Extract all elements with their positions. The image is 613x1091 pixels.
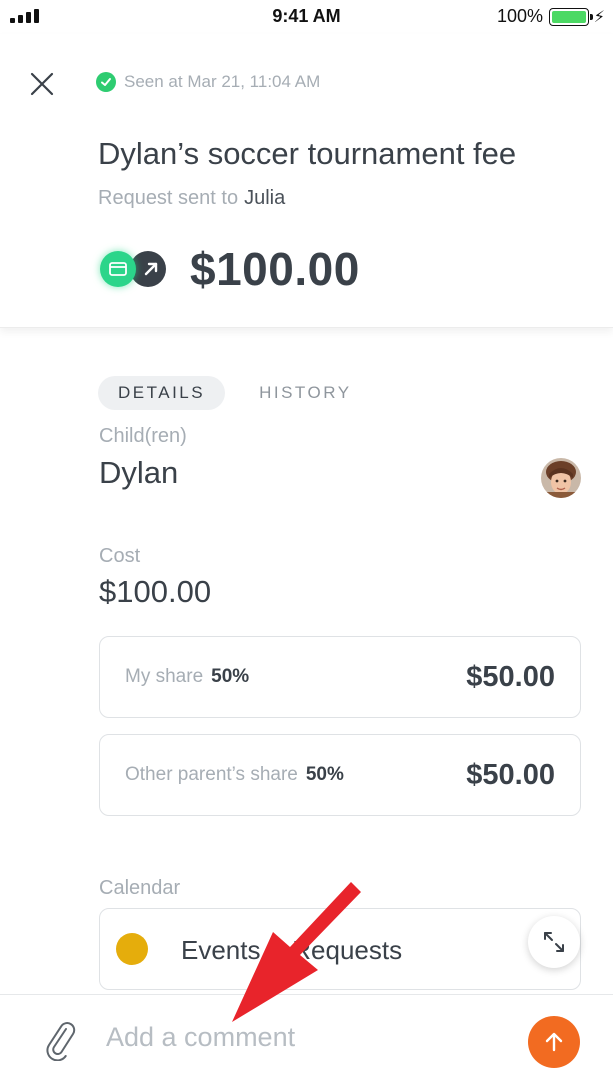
other-share-amount: $50.00 <box>466 758 555 791</box>
arrow-up-icon <box>545 1032 563 1052</box>
calendar-label: Calendar <box>99 877 181 899</box>
request-amount: $100.00 <box>190 243 360 295</box>
cost-label: Cost <box>99 545 141 567</box>
request-recipient: Request sent to Julia <box>98 187 285 210</box>
my-share-amount: $50.00 <box>466 660 555 693</box>
calendar-color-dot <box>116 933 148 965</box>
seen-text: Seen at Mar 21, 11:04 AM <box>124 72 321 91</box>
comment-input[interactable] <box>106 1017 506 1057</box>
avatar[interactable] <box>541 458 581 498</box>
detail-tabs: DETAILS HISTORY <box>98 376 372 410</box>
amount-row: $100.00 <box>100 242 360 296</box>
my-share-info: My share 50% <box>125 666 249 688</box>
my-share-percent: 50% <box>211 666 250 687</box>
comment-bar <box>0 994 613 1091</box>
seen-status: Seen at Mar 21, 11:04 AM <box>96 72 320 92</box>
close-icon <box>30 72 54 96</box>
other-share-info: Other parent’s share 50% <box>125 764 344 786</box>
expand-button[interactable] <box>528 916 580 968</box>
other-share-percent: 50% <box>305 764 344 785</box>
tab-history[interactable]: HISTORY <box>239 376 371 410</box>
children-label: Child(ren) <box>99 425 187 447</box>
children-value: Dylan <box>99 455 179 490</box>
paperclip-icon <box>46 1022 76 1062</box>
status-bar: 9:41 AM 100% ⚡ <box>0 0 613 34</box>
my-share-label: My share <box>125 666 204 687</box>
recipient-name: Julia <box>244 187 286 209</box>
check-circle-icon <box>96 72 116 92</box>
calendar-value: Events & Requests <box>181 935 403 965</box>
battery-percent: 100% <box>496 6 543 26</box>
battery-icon <box>549 8 593 26</box>
request-type-icons <box>100 247 170 291</box>
cost-value: $100.00 <box>99 574 212 609</box>
request-title: Dylan’s soccer tournament fee <box>98 136 517 171</box>
tab-details[interactable]: DETAILS <box>98 376 226 410</box>
attachment-button[interactable] <box>42 1017 78 1062</box>
my-share-card: My share 50% $50.00 <box>99 636 581 718</box>
card-icon <box>100 251 136 287</box>
send-button[interactable] <box>528 1016 580 1068</box>
expand-icon <box>544 932 564 952</box>
charging-icon: ⚡ <box>593 9 605 26</box>
sent-to-label: Request sent to <box>98 187 239 209</box>
calendar-selector[interactable]: Events & Requests <box>99 908 581 990</box>
request-header: Seen at Mar 21, 11:04 AM Dylan’s soccer … <box>0 34 613 328</box>
close-button[interactable] <box>24 66 60 102</box>
other-share-label: Other parent’s share <box>125 764 298 785</box>
other-share-card: Other parent’s share 50% $50.00 <box>99 734 581 816</box>
